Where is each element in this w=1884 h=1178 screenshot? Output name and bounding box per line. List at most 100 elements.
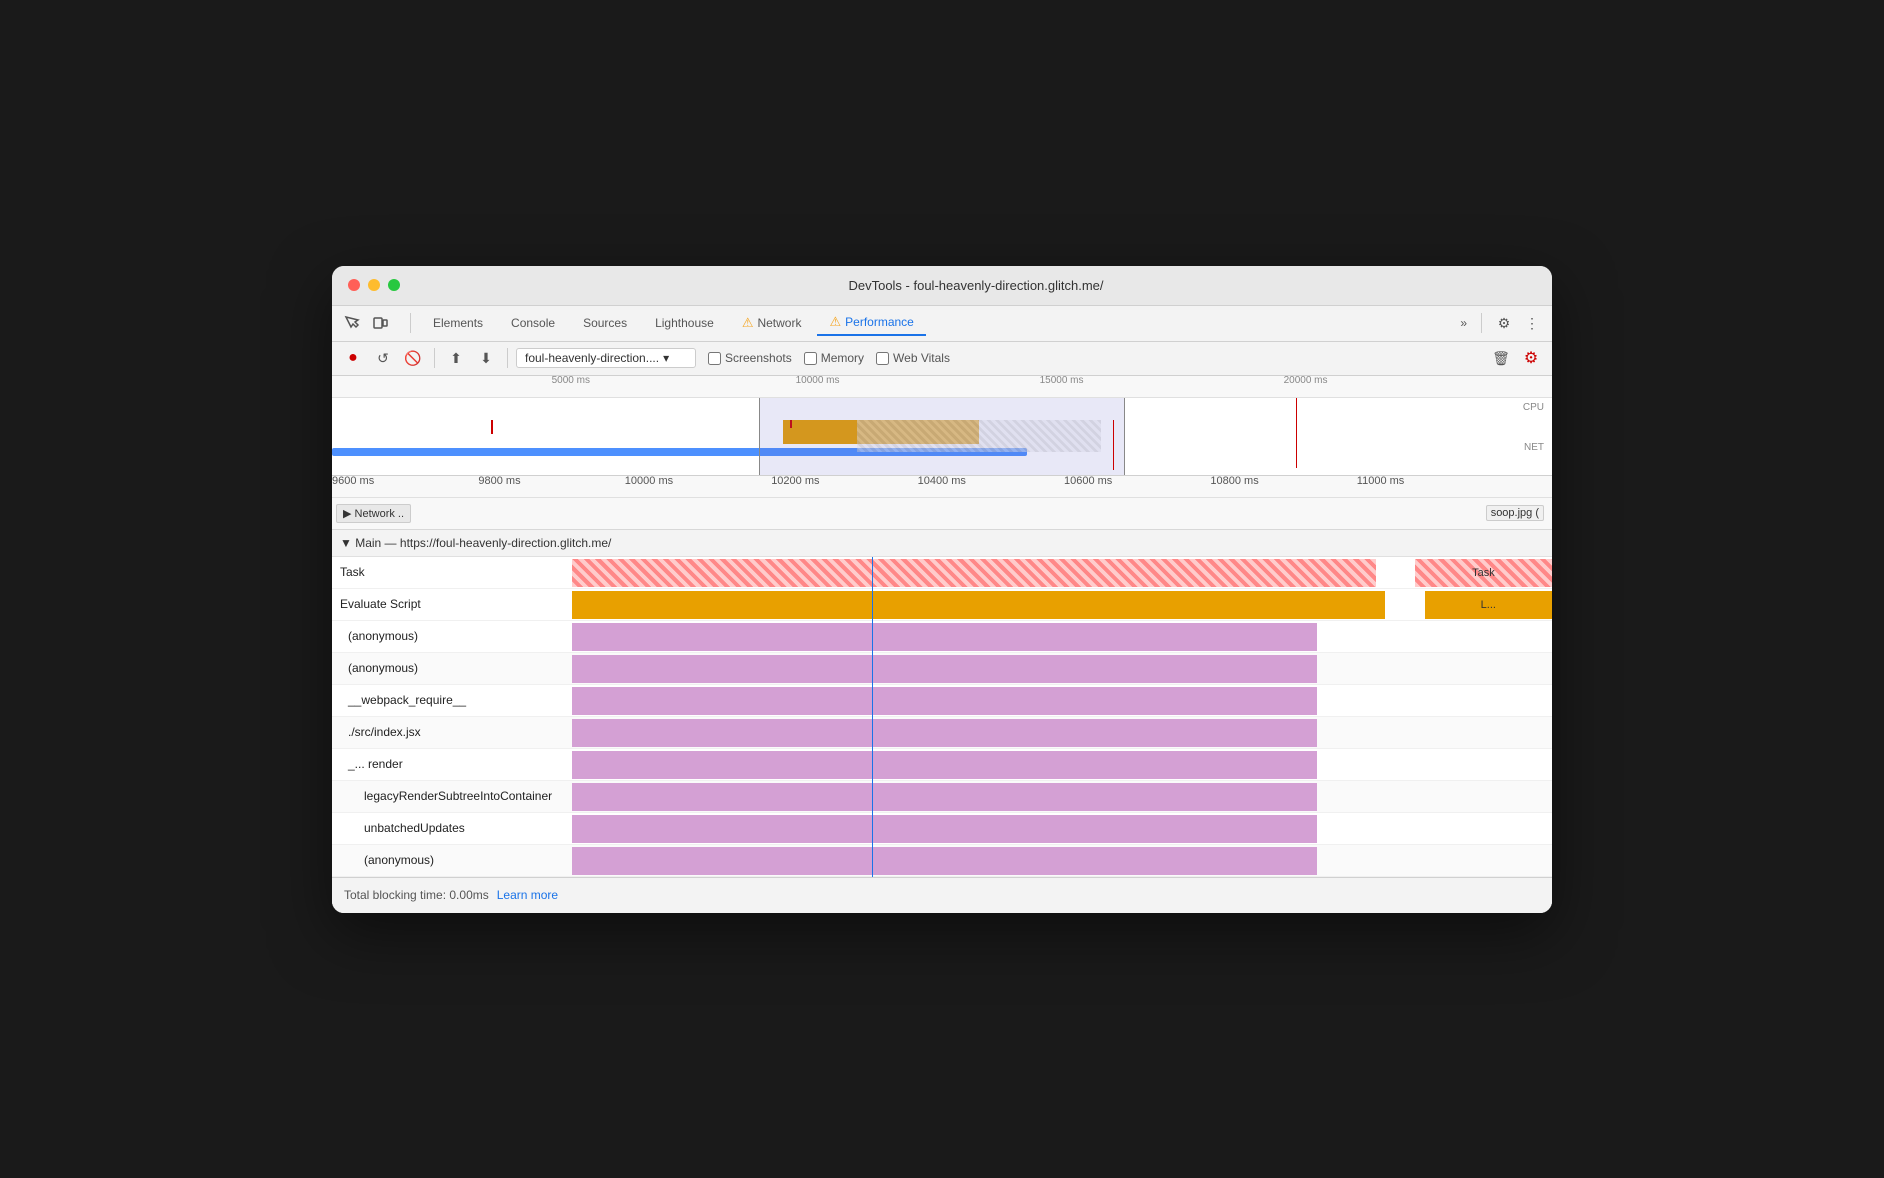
task-block[interactable] <box>572 559 1376 587</box>
tab-sources[interactable]: Sources <box>571 312 639 334</box>
title-bar: DevTools - foul-heavenly-direction.glitc… <box>332 266 1552 306</box>
flame-header-text: ▼ Main — https://foul-heavenly-direction… <box>340 536 611 550</box>
learn-more-link[interactable]: Learn more <box>497 888 558 902</box>
clear-button[interactable]: 🚫 <box>400 345 426 371</box>
anon-2-label: (anonymous) <box>332 661 572 675</box>
anon-1-label: (anonymous) <box>332 629 572 643</box>
url-dropdown-icon: ▾ <box>663 351 669 365</box>
maximize-button[interactable] <box>388 279 400 291</box>
table-row: ./src/index.jsx <box>332 717 1552 749</box>
tab-network-label: Network <box>757 316 801 330</box>
net-label: NET <box>1524 442 1544 453</box>
vertical-cursor <box>1113 420 1114 470</box>
vertical-cursor-2 <box>1296 398 1297 468</box>
tab-lighthouse[interactable]: Lighthouse <box>643 312 726 334</box>
unbatch-block[interactable] <box>572 815 1317 843</box>
selection-overlay[interactable] <box>759 398 1125 476</box>
task-bar-area: Task <box>572 557 1552 588</box>
legacy-block[interactable] <box>572 783 1317 811</box>
soop-file-label: soop.jpg ( <box>1486 505 1544 521</box>
record-button[interactable]: ● <box>340 345 366 371</box>
table-row: _... render <box>332 749 1552 781</box>
devtools-body: Elements Console Sources Lighthouse ⚠ Ne… <box>332 306 1552 913</box>
url-value: foul-heavenly-direction.... <box>525 351 659 365</box>
unbatch-bar-area <box>572 813 1552 844</box>
toolbar-separator-2 <box>507 348 508 368</box>
src-label: ./src/index.jsx <box>332 725 572 739</box>
minimize-button[interactable] <box>368 279 380 291</box>
tab-lighthouse-label: Lighthouse <box>655 316 714 330</box>
evaluate-block-2[interactable]: L... <box>1425 591 1552 619</box>
anon-3-label: (anonymous) <box>332 853 572 867</box>
trash-button[interactable]: 🗑 <box>1488 345 1514 371</box>
anon-3-block[interactable] <box>572 847 1317 875</box>
network-warning-icon: ⚠ <box>742 315 754 331</box>
tab-console-label: Console <box>511 316 555 330</box>
render-block[interactable] <box>572 751 1317 779</box>
screenshots-checkbox-label[interactable]: Screenshots <box>708 351 792 365</box>
dr-mark-10200: 10200 ms <box>771 475 819 487</box>
inspect-icon[interactable] <box>340 311 364 335</box>
blocking-time-text: Total blocking time: 0.00ms <box>344 888 489 902</box>
tab-elements[interactable]: Elements <box>421 312 495 334</box>
dr-mark-11000: 11000 ms <box>1357 475 1405 487</box>
anon-1-block[interactable] <box>572 623 1317 651</box>
webpack-block[interactable] <box>572 687 1317 715</box>
webpack-bar-area <box>572 685 1552 716</box>
dr-mark-10600: 10600 ms <box>1064 475 1112 487</box>
toolbar-separator-1 <box>434 348 435 368</box>
reload-button[interactable]: ↺ <box>370 345 396 371</box>
ruler-mark-15000: 15000 ms <box>1040 376 1084 387</box>
flame-rows: Task Task Evaluate Script L... <box>332 557 1552 877</box>
nav-separator-1 <box>410 313 411 333</box>
nav-bar: Elements Console Sources Lighthouse ⚠ Ne… <box>332 306 1552 342</box>
timeline-ruler: 5000 ms 10000 ms 15000 ms 20000 ms <box>332 376 1552 398</box>
more-tabs-button[interactable]: » <box>1456 314 1471 332</box>
task-block-2[interactable]: Task <box>1415 559 1552 587</box>
timeline-overview[interactable]: 5000 ms 10000 ms 15000 ms 20000 ms CPU N… <box>332 376 1552 476</box>
dr-mark-10800: 10800 ms <box>1210 475 1258 487</box>
status-bar: Total blocking time: 0.00ms Learn more <box>332 877 1552 913</box>
detail-ruler: 9600 ms 9800 ms 10000 ms 10200 ms 10400 … <box>332 476 1552 498</box>
table-row: (anonymous) <box>332 621 1552 653</box>
network-expand-button[interactable]: ▶ Network .. <box>336 504 411 523</box>
timeline-tracks: CPU NET <box>332 398 1552 476</box>
tab-network[interactable]: ⚠ Network <box>730 311 814 335</box>
download-button[interactable]: ⬇ <box>473 345 499 371</box>
anon-2-block[interactable] <box>572 655 1317 683</box>
screenshots-checkbox[interactable] <box>708 352 721 365</box>
tab-performance[interactable]: ⚠ Performance <box>817 310 925 336</box>
upload-button[interactable]: ⬆ <box>443 345 469 371</box>
more-options-icon[interactable]: ⋮ <box>1520 311 1544 335</box>
nav-separator-2 <box>1481 313 1482 333</box>
tab-sources-label: Sources <box>583 316 627 330</box>
memory-checkbox[interactable] <box>804 352 817 365</box>
web-vitals-checkbox[interactable] <box>876 352 889 365</box>
memory-checkbox-label[interactable]: Memory <box>804 351 864 365</box>
dr-mark-10400: 10400 ms <box>918 475 966 487</box>
src-bar-area <box>572 717 1552 748</box>
evaluate-label: Evaluate Script <box>332 597 572 611</box>
tab-console[interactable]: Console <box>499 312 567 334</box>
src-block[interactable] <box>572 719 1317 747</box>
nav-right: » ⚙ ⋮ <box>1456 311 1544 335</box>
evaluate-bar-area: L... <box>572 589 1552 620</box>
performance-settings-button[interactable]: ⚙ <box>1518 345 1544 371</box>
render-label: _... render <box>332 757 572 771</box>
device-mode-icon[interactable] <box>368 311 392 335</box>
tab-elements-label: Elements <box>433 316 483 330</box>
flame-chart: ▼ Main — https://foul-heavenly-direction… <box>332 530 1552 877</box>
url-selector[interactable]: foul-heavenly-direction.... ▾ <box>516 348 696 368</box>
evaluate-block[interactable] <box>572 591 1385 619</box>
webpack-label: __webpack_require__ <box>332 693 572 707</box>
tab-performance-label: Performance <box>845 315 914 329</box>
web-vitals-checkbox-label[interactable]: Web Vitals <box>876 351 950 365</box>
close-button[interactable] <box>348 279 360 291</box>
cpu-label: CPU <box>1523 402 1544 413</box>
task-label: Task <box>332 565 572 579</box>
settings-icon[interactable]: ⚙ <box>1492 311 1516 335</box>
traffic-lights <box>348 279 400 291</box>
legacy-bar-area <box>572 781 1552 812</box>
anon-3-bar-area <box>572 845 1552 876</box>
flame-header: ▼ Main — https://foul-heavenly-direction… <box>332 530 1552 557</box>
